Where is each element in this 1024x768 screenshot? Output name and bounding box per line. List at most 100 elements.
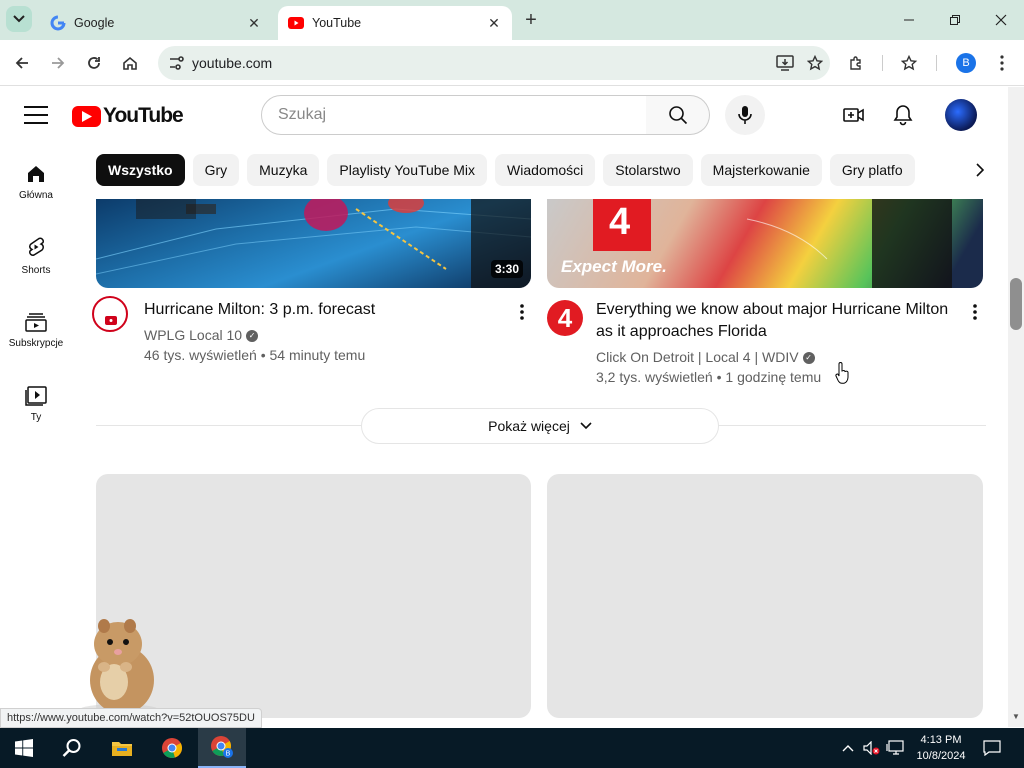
search-input[interactable]: Szukaj	[261, 95, 647, 135]
video-channel[interactable]: Click On Detroit | Local 4 | WDIV ✓	[596, 347, 815, 367]
reload-icon	[88, 57, 100, 69]
chip[interactable]: Muzyka	[247, 154, 320, 186]
youtube-play-icon	[72, 105, 101, 127]
chip[interactable]: Gry platfo	[829, 154, 915, 186]
account-avatar[interactable]	[945, 99, 977, 131]
reload-button[interactable]	[80, 49, 108, 77]
scroll-down-arrow[interactable]: ▼	[1010, 712, 1022, 724]
video-menu-button[interactable]	[512, 300, 532, 324]
channel-avatar[interactable]	[92, 296, 128, 332]
video-title[interactable]: Hurricane Milton: 3 p.m. forecast	[144, 299, 494, 321]
kebab-menu-icon	[1000, 55, 1004, 71]
home-button[interactable]	[116, 49, 144, 77]
sidebar-item-you[interactable]: Ty	[0, 365, 72, 439]
create-video-icon	[843, 108, 864, 122]
tab-search-button[interactable]	[6, 6, 32, 32]
taskbar-search-button[interactable]	[48, 728, 96, 768]
profile-button[interactable]: B	[952, 49, 980, 77]
subscriptions-icon	[25, 312, 47, 332]
chip[interactable]: Majsterkowanie	[700, 154, 822, 186]
taskbar-clock[interactable]: 4:13 PM 10/8/2024	[908, 732, 974, 764]
shorts-icon	[29, 237, 44, 256]
taskbar-file-explorer[interactable]	[98, 728, 146, 768]
start-button[interactable]	[0, 728, 48, 768]
network-icon	[886, 740, 904, 755]
close-icon	[995, 14, 1007, 26]
back-button[interactable]	[8, 49, 36, 77]
chrome-icon	[162, 738, 183, 758]
chip[interactable]: Wszystko	[96, 154, 185, 186]
url-text: youtube.com	[192, 55, 273, 71]
sidebar-item-shorts[interactable]: Shorts	[0, 217, 72, 291]
youtube-logo[interactable]: YouTube	[72, 104, 184, 128]
create-button[interactable]	[838, 99, 870, 131]
sidebar-item-label: Główna	[19, 189, 53, 201]
chevron-right-icon	[976, 163, 984, 177]
video-thumbnail[interactable]: 3:30	[96, 199, 531, 288]
restore-button[interactable]	[932, 0, 978, 40]
minimize-button[interactable]	[886, 0, 932, 40]
search-button[interactable]	[646, 95, 710, 135]
close-tab-icon[interactable]: ✕	[246, 15, 262, 31]
upload-age: 1 godzinę temu	[725, 369, 822, 385]
page-scrollbar[interactable]	[1008, 87, 1024, 727]
guide-menu-button[interactable]	[22, 103, 50, 127]
google-icon	[50, 15, 66, 31]
youtube-icon	[288, 15, 304, 31]
restore-icon	[950, 15, 960, 25]
video-title[interactable]: Everything we know about major Hurricane…	[596, 299, 966, 343]
channel-avatar[interactable]: 4	[547, 300, 583, 336]
sidebar-item-label: Ty	[30, 411, 42, 423]
channel-name: Click On Detroit | Local 4 | WDIV	[596, 349, 799, 365]
svg-text:B: B	[226, 751, 231, 758]
show-hidden-icons[interactable]	[838, 738, 858, 758]
notifications-button[interactable]	[887, 99, 919, 131]
video-channel[interactable]: WPLG Local 10 ✓	[144, 325, 259, 345]
upload-age: 54 minuty temu	[269, 347, 366, 363]
extensions-button[interactable]	[842, 49, 870, 77]
address-bar[interactable]: youtube.com	[158, 46, 830, 80]
voice-search-button[interactable]	[725, 95, 765, 135]
video-stats: 3,2 tys. wyświetleń • 1 godzinę temu	[596, 369, 822, 385]
taskbar-chrome[interactable]	[148, 728, 196, 768]
scrollbar-thumb[interactable]	[1010, 278, 1022, 330]
chevron-down-icon	[13, 15, 25, 23]
close-tab-icon[interactable]: ✕	[486, 15, 502, 31]
chips-next-button[interactable]	[964, 154, 996, 186]
video-menu-button[interactable]	[965, 300, 985, 324]
volume-button[interactable]	[862, 738, 882, 758]
show-more-button[interactable]: Pokaż więcej	[361, 408, 719, 444]
hamster-sticker	[79, 619, 159, 716]
chip[interactable]: Gry	[192, 154, 240, 186]
arrow-right-icon	[52, 57, 65, 69]
bookmark-star-icon[interactable]	[800, 48, 830, 78]
bookmarks-button[interactable]	[896, 49, 924, 77]
taskbar-chrome-profile[interactable]: B	[198, 728, 246, 768]
clock-time: 4:13 PM	[920, 734, 962, 746]
install-app-icon[interactable]	[770, 48, 800, 78]
video-thumbnail[interactable]: 4 Expect More.	[547, 199, 983, 288]
you-icon	[25, 385, 47, 406]
tab-youtube[interactable]: YouTube ✕	[278, 6, 512, 40]
chip[interactable]: Wiadomości	[495, 154, 596, 186]
tab-title: YouTube	[312, 16, 362, 30]
forward-button[interactable]	[44, 49, 72, 77]
tab-google[interactable]: Google ✕	[40, 6, 272, 40]
notification-center-button[interactable]	[982, 738, 1002, 758]
video-placeholder	[547, 474, 983, 718]
network-button[interactable]	[885, 738, 905, 758]
chips-fade	[920, 150, 970, 190]
sidebar-item-label: Subskrypcje	[8, 337, 64, 349]
new-tab-button[interactable]: +	[520, 9, 542, 31]
bell-icon	[893, 105, 913, 126]
view-count: 46 tys. wyświetleń	[144, 347, 257, 363]
sidebar-item-subscriptions[interactable]: Subskrypcje	[0, 291, 72, 365]
search-icon	[668, 106, 687, 125]
site-info-icon[interactable]	[162, 56, 192, 70]
chip[interactable]: Stolarstwo	[603, 154, 693, 186]
toolbar-divider	[936, 55, 937, 71]
sidebar-item-home[interactable]: Główna	[0, 143, 72, 217]
chip[interactable]: Playlisty YouTube Mix	[327, 154, 488, 186]
close-window-button[interactable]	[978, 0, 1024, 40]
browser-menu-button[interactable]	[988, 49, 1016, 77]
